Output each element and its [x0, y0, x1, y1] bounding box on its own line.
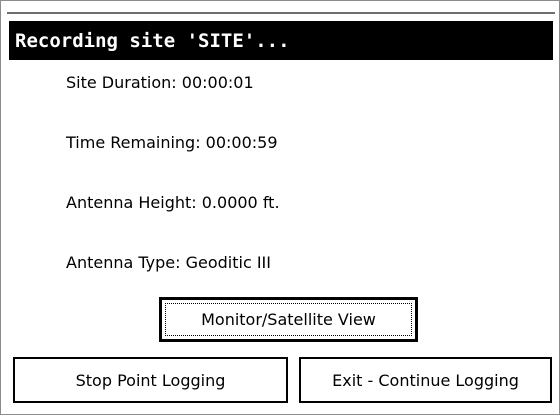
site-duration-label: Site Duration: 00:00:01 — [66, 73, 254, 92]
exit-continue-logging-button[interactable]: Exit - Continue Logging — [299, 357, 552, 403]
monitor-satellite-view-button[interactable]: Monitor/Satellite View — [159, 297, 418, 342]
monitor-button-label: Monitor/Satellite View — [201, 310, 376, 329]
stop-point-logging-button[interactable]: Stop Point Logging — [13, 357, 288, 403]
exit-button-label: Exit - Continue Logging — [332, 370, 519, 390]
antenna-type-label: Antenna Type: Geoditic III — [66, 253, 271, 272]
stop-button-label: Stop Point Logging — [75, 370, 226, 390]
recording-dialog: Recording site 'SITE'... Site Duration: … — [0, 0, 560, 415]
top-divider — [7, 12, 555, 14]
antenna-height-label: Antenna Height: 0.0000 ft. — [66, 193, 280, 212]
monitor-button-focus-ring: Monitor/Satellite View — [165, 303, 412, 336]
time-remaining-label: Time Remaining: 00:00:59 — [66, 133, 278, 152]
dialog-title: Recording site 'SITE'... — [15, 29, 290, 52]
title-bar: Recording site 'SITE'... — [9, 21, 553, 60]
